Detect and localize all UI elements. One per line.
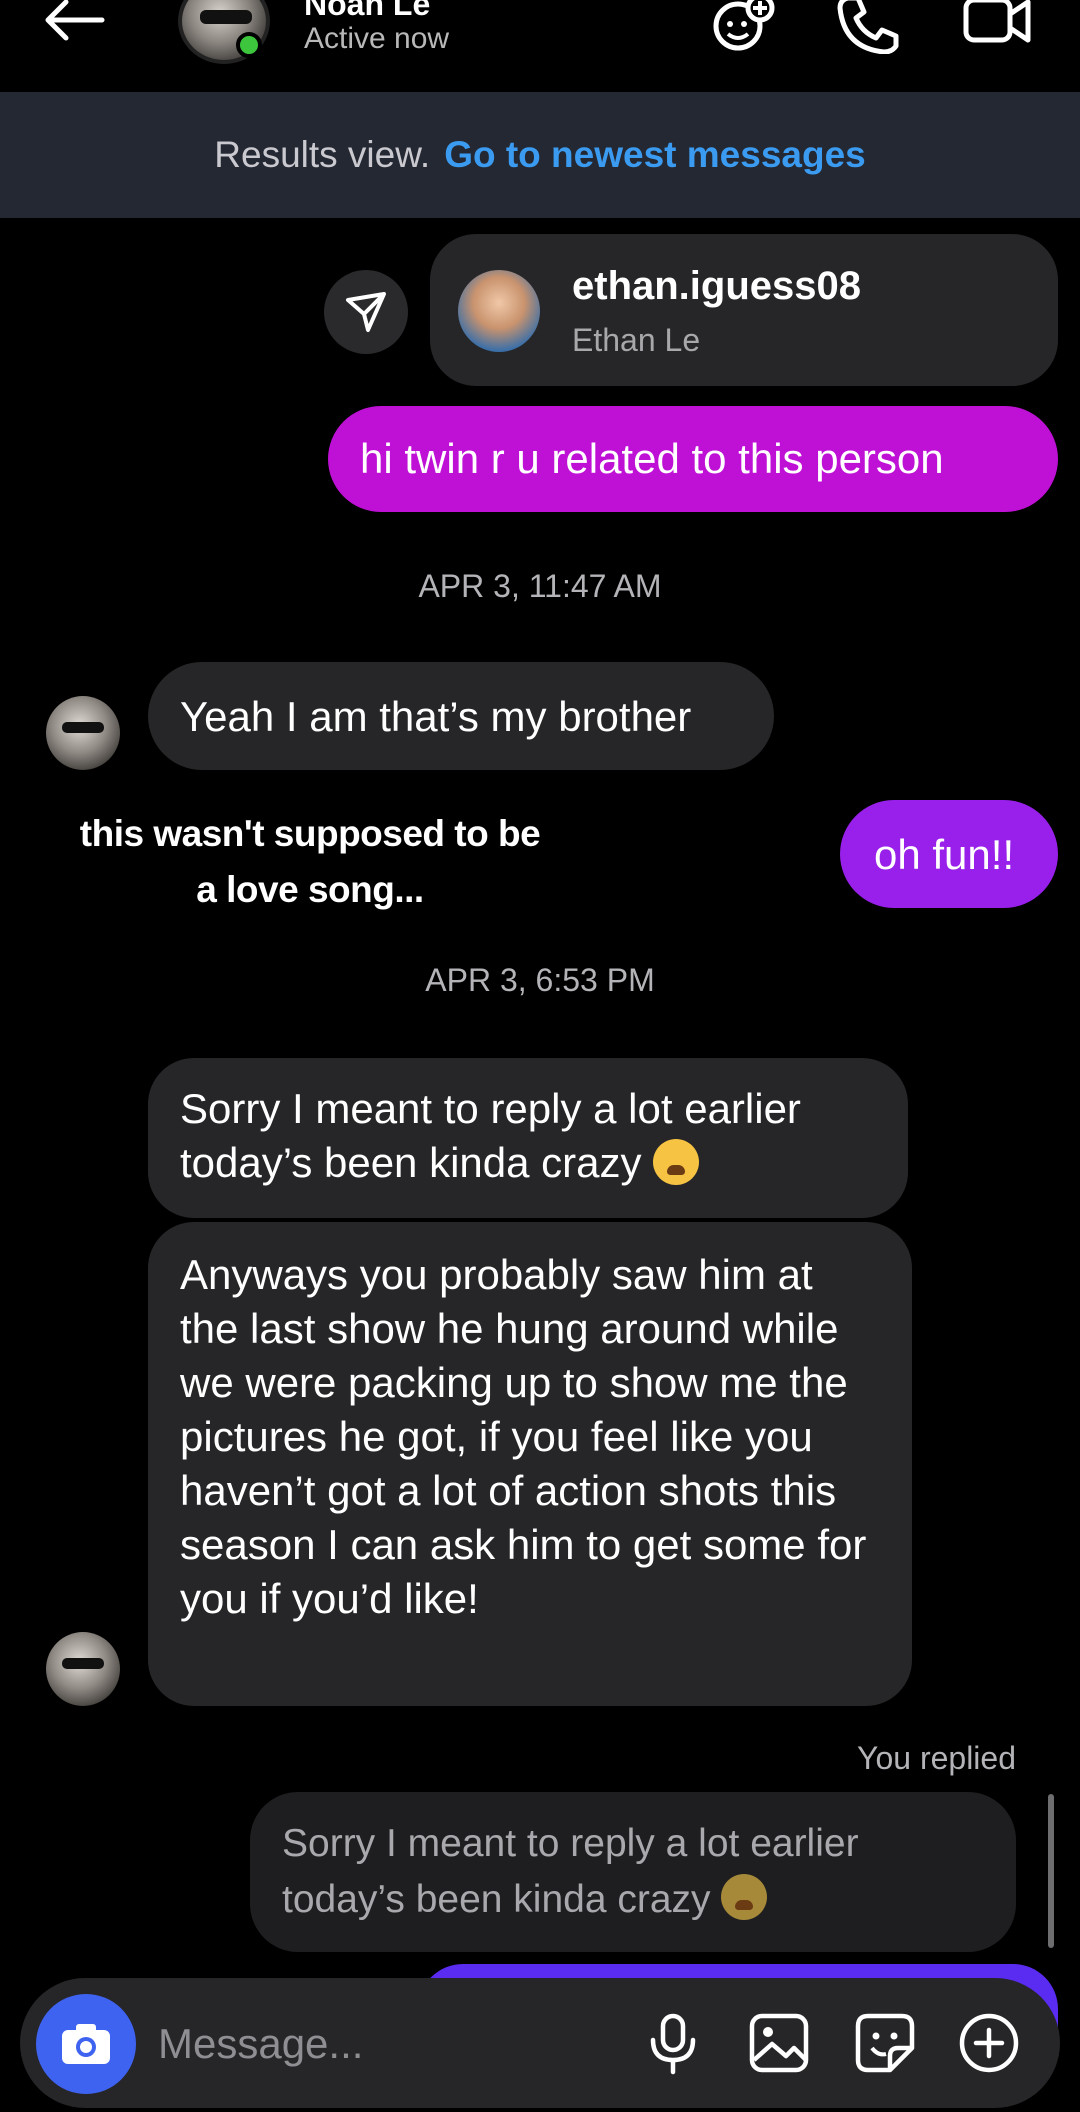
video-camera-icon[interactable] xyxy=(962,0,1034,54)
outgoing-message[interactable]: oh fun!! xyxy=(840,800,1058,908)
timestamp: APR 3, 6:53 PM xyxy=(425,962,655,998)
outgoing-message[interactable]: hi twin r u related to this person xyxy=(328,406,1058,512)
incoming-message[interactable]: Yeah I am that’s my brother xyxy=(148,662,774,770)
message-input[interactable]: Message... xyxy=(158,2020,363,2068)
replied-to-quote-text: Sorry I meant to reply a lot earlier tod… xyxy=(282,1822,859,1921)
forward-share-button[interactable] xyxy=(324,270,408,354)
plus-icon[interactable] xyxy=(956,2010,1022,2076)
shared-profile-avatar[interactable] xyxy=(458,270,540,352)
online-status-dot xyxy=(236,32,262,58)
camera-button[interactable] xyxy=(36,1994,136,2094)
caption-line-1: this wasn't supposed to be xyxy=(79,813,541,854)
you-replied-label: You replied xyxy=(857,1740,1016,1776)
contact-name[interactable]: Noah Le xyxy=(304,0,430,23)
video-caption-overlay: this wasn't supposed to be a love song..… xyxy=(40,806,580,918)
camera-icon xyxy=(62,2024,110,2064)
go-to-newest-link[interactable]: Go to newest messages xyxy=(444,134,866,175)
caption-line-2: a love song... xyxy=(196,869,424,910)
incoming-message-text: Sorry I meant to reply a lot earlier tod… xyxy=(180,1085,801,1186)
scrollbar[interactable] xyxy=(1048,1794,1054,1948)
gallery-icon[interactable] xyxy=(746,2010,812,2076)
replied-to-quote[interactable]: Sorry I meant to reply a lot earlier tod… xyxy=(250,1792,1016,1952)
effects-icon[interactable] xyxy=(708,0,780,54)
crying-face-emoji-icon xyxy=(653,1139,700,1185)
results-view-banner: Results view. Go to newest messages xyxy=(0,92,1080,218)
results-view-label: Results view. xyxy=(214,134,431,175)
sender-avatar[interactable] xyxy=(46,1632,120,1706)
chat-header xyxy=(0,0,1080,92)
phone-icon[interactable] xyxy=(834,0,906,55)
back-arrow-icon[interactable] xyxy=(40,0,110,44)
contact-status: Active now xyxy=(304,22,450,55)
incoming-message[interactable]: Sorry I meant to reply a lot earlier tod… xyxy=(148,1058,908,1218)
shared-profile-fullname: Ethan Le xyxy=(572,322,701,358)
sticker-icon[interactable] xyxy=(852,2010,918,2076)
sender-avatar[interactable] xyxy=(46,696,120,770)
crying-face-emoji-icon xyxy=(721,1874,768,1920)
shared-profile-username[interactable]: ethan.iguess08 xyxy=(572,264,861,309)
microphone-icon[interactable] xyxy=(640,2010,706,2076)
incoming-message[interactable]: Anyways you probably saw him at the last… xyxy=(148,1222,912,1706)
timestamp: APR 3, 11:47 AM xyxy=(418,568,662,604)
